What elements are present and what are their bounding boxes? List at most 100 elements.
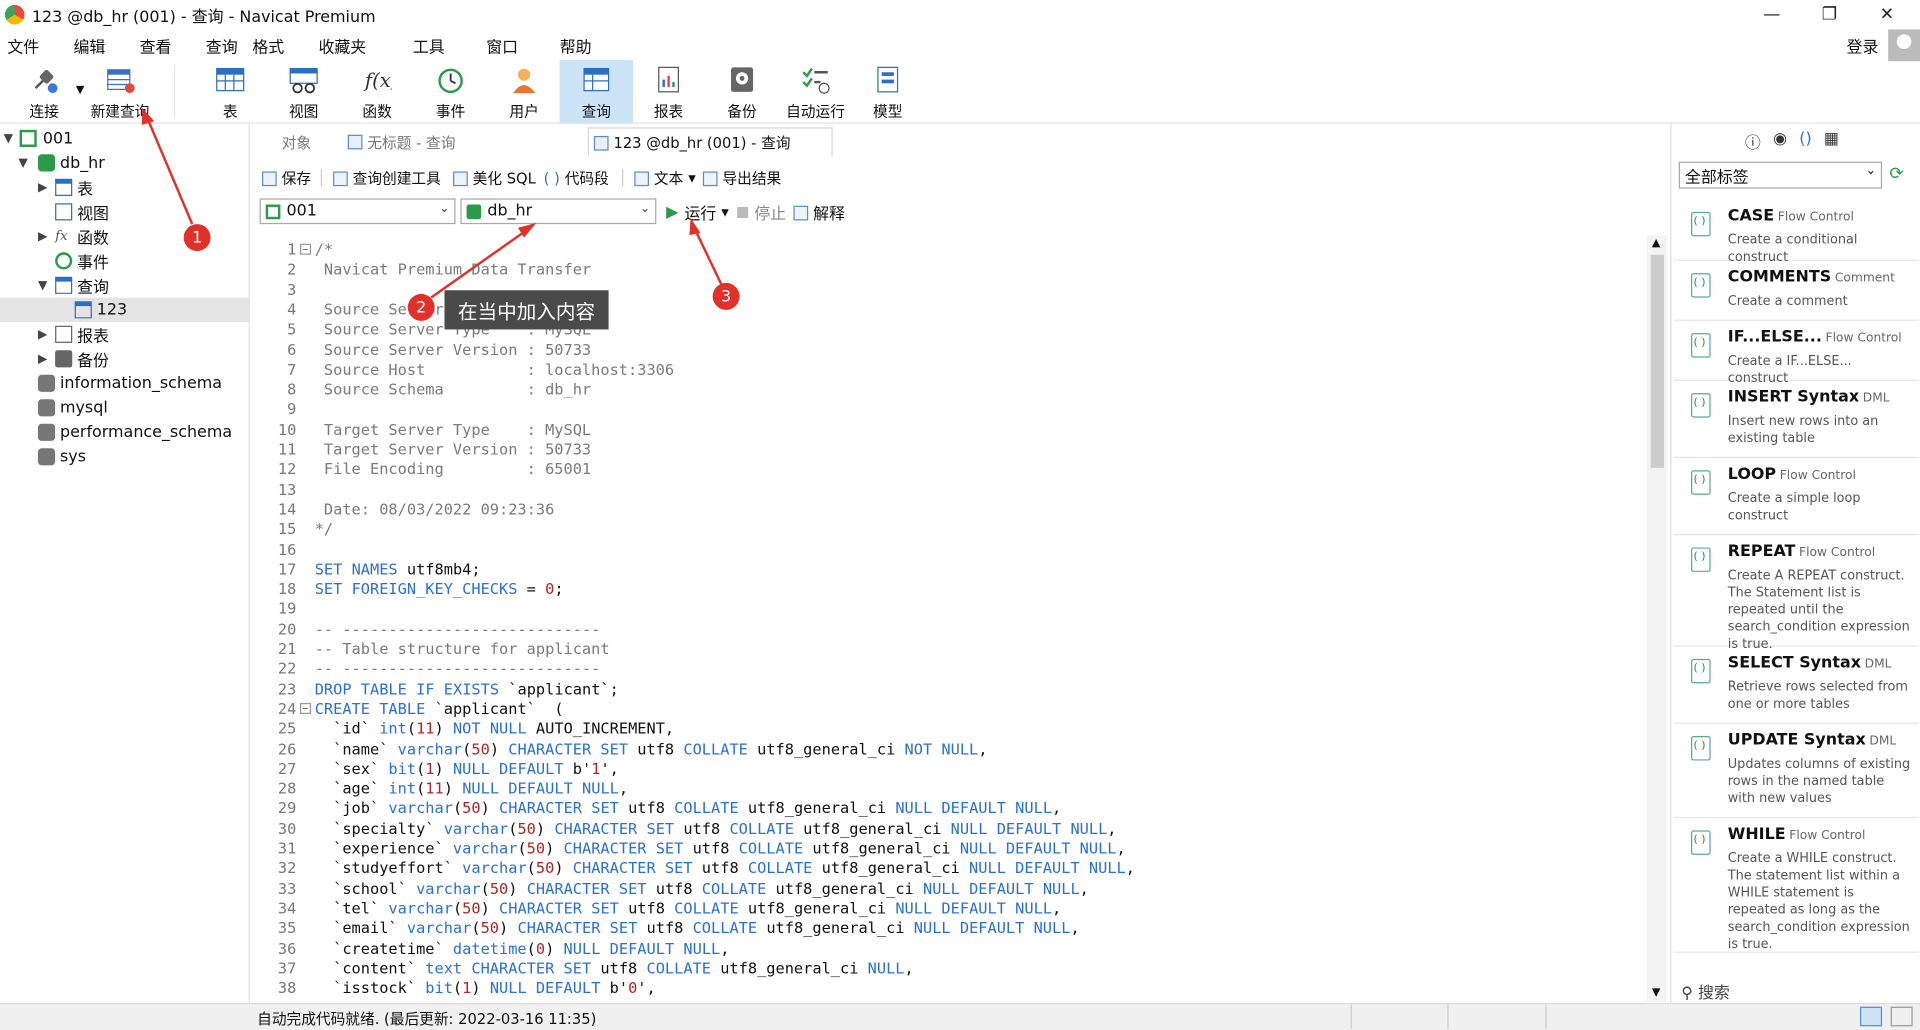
code-line: 7 Source Host : localhost:3306 [287,359,675,379]
beautify-sql-button[interactable]: 美化 SQL [453,168,536,189]
snippet-item[interactable]: UPDATE SyntaxDMLUpdates columns of exist… [1673,726,1919,819]
tab-current-query[interactable]: 123 @db_hr (001) - 查询 [587,127,833,157]
snippet-item[interactable]: COMMENTSCommentCreate a comment [1673,263,1919,321]
menu-format[interactable]: 格式 [245,34,299,57]
stop-button[interactable]: 停止 [737,201,786,224]
code-line: 11 Target Server Version : 50733 [277,439,592,459]
backup-button[interactable]: 备份 [715,60,769,124]
code-line: 34 `tel` varchar(50) CHARACTER SET utf8 … [277,898,1062,918]
scroll-down-icon[interactable]: ▼ [1652,987,1660,999]
maximize-button[interactable]: ❐ [1801,0,1857,29]
snippet-search[interactable]: ⚲ 搜索 [1681,980,1730,1003]
tree-node-functions[interactable]: ▶ fx 函数 [0,224,250,248]
menu-edit[interactable]: 编辑 [66,34,120,57]
text-mode-button[interactable]: 文本 ▼ [634,168,696,189]
snippet-item[interactable]: INSERT SyntaxDMLInsert new rows into an … [1673,383,1919,459]
automation-button[interactable]: 自动运行 [781,60,850,124]
snippet-icon [1691,211,1711,237]
snippet-item[interactable]: IF...ELSE...Flow ControlCreate a IF...EL… [1673,323,1919,386]
scroll-up-icon[interactable]: ▲ [1652,238,1660,250]
report-button[interactable]: 报表 [642,60,696,124]
menu-help[interactable]: 帮助 [552,34,606,57]
explain-button[interactable]: 解释 [793,201,845,224]
query-builder-button[interactable]: 查询创建工具 [333,168,441,189]
menu-view[interactable]: 查看 [132,34,186,57]
function-button[interactable]: f(x) 函数 [350,60,404,124]
tree-node-performance-schema[interactable]: performance_schema [0,420,250,444]
code-snippet-icon[interactable]: () [1799,130,1811,153]
snippet-item[interactable]: REPEATFlow ControlCreate A REPEAT constr… [1673,538,1919,652]
tree-node-queries[interactable]: ▼ 查询 [0,273,250,297]
query-button[interactable]: 查询 [559,60,634,124]
user-button[interactable]: 用户 [497,60,551,124]
snippet-item[interactable]: SELECT SyntaxDMLRetrieve rows selected f… [1673,649,1919,724]
query-icon [55,276,73,294]
code-line: 29 `job` varchar(50) CHARACTER SET utf8 … [277,798,1062,818]
tree-node-db-hr[interactable]: ▼ db_hr [0,151,250,175]
fold-toggle-icon[interactable]: − [300,243,312,255]
snippet-item[interactable]: CASEFlow ControlCreate a conditional con… [1673,202,1919,265]
tree-node-reports[interactable]: ▶ 报表 [0,322,250,346]
tree-node-connection[interactable]: ▼ 001 [0,126,250,150]
minimize-button[interactable]: — [1744,0,1800,29]
query-icon [582,65,611,94]
menu-file[interactable]: 文件 [0,34,54,57]
export-results-button[interactable]: 导出结果 [702,168,781,189]
snippet-tag-filter[interactable]: 全部标签 ⌄ [1678,161,1883,189]
connect-dropdown-icon[interactable]: ▼ [76,85,84,97]
title-bar: 123 @db_hr (001) - 查询 - Navicat Premium [0,0,1920,29]
login-link[interactable]: 登录 [1847,34,1879,57]
play-icon: ▶ [666,203,679,222]
tab-objects[interactable]: 对象 [282,127,343,156]
editor-scrollbar[interactable]: ▲ ▼ [1646,235,1667,1002]
menu-query[interactable]: 查询 [198,34,245,57]
tree-node-backups[interactable]: ▶ 备份 [0,347,250,371]
snippet-icon [1691,470,1711,495]
connect-button[interactable]: 连接 [17,60,71,124]
menu-window[interactable]: 窗口 [479,34,533,57]
close-button[interactable]: ✕ [1859,0,1915,29]
new-query-button[interactable]: 新建查询 [86,60,155,124]
run-button[interactable]: ▶ 运行 ▼ [666,201,729,224]
code-line: 26 `name` varchar(50) CHARACTER SET utf8… [277,739,988,758]
grid-view-toggle[interactable] [1860,1006,1883,1027]
sql-editor[interactable]: 1−/* 2 Navicat Premium Data Transfer 3 4 So… [252,235,1647,1002]
connection-select[interactable]: 001 ⌄ [259,198,456,225]
avatar[interactable] [1888,29,1920,62]
main-toolbar: 连接 ▼ 新建查询 表 视图 f(x) 函数 事件 用户 查询 [0,60,1920,124]
model-button[interactable]: 模型 [861,60,915,124]
save-button[interactable]: 保存 [262,168,311,189]
database-icon [37,448,56,466]
eye-icon[interactable]: ◉ [1773,130,1787,153]
snippet-item[interactable]: WHILEFlow ControlCreate a WHILE construc… [1673,821,1919,953]
tree-node-tables[interactable]: ▶ 表 [0,175,250,199]
tree-node-events[interactable]: 事件 [0,249,250,273]
tab-untitled-query[interactable]: 无标题 - 查询 [343,127,576,156]
tree-node-mysql[interactable]: mysql [0,396,250,420]
form-view-toggle[interactable] [1890,1006,1913,1027]
model-icon [873,65,902,94]
code-line: 10 Target Server Type : MySQL [277,419,592,439]
info-icon[interactable]: ⓘ [1745,130,1761,153]
chevron-down-icon: ⌄ [639,202,651,216]
menu-favorites[interactable]: 收藏夹 [311,34,381,57]
snippet-item[interactable]: LOOPFlow ControlCreate a simple loop con… [1673,460,1919,536]
fold-toggle-icon[interactable]: − [300,702,312,714]
database-select[interactable]: db_hr ⌄ [460,198,657,225]
beautify-icon [453,170,468,186]
menu-tools[interactable]: 工具 [405,34,459,57]
code-snippet-button[interactable]: ( ) 代码段 [544,168,609,189]
table-button[interactable]: 表 [203,60,257,124]
tree-node-sys[interactable]: sys [0,445,250,469]
scrollbar-thumb[interactable] [1650,254,1665,468]
layout-icon[interactable]: ▦ [1824,130,1839,153]
export-icon [702,170,718,186]
new-query-icon [105,65,135,94]
tree-node-query-123[interactable]: 123 [0,297,250,323]
event-button[interactable]: 事件 [424,60,478,124]
tree-node-information-schema[interactable]: information_schema [0,371,250,395]
svg-text:f(x): f(x) [363,69,392,92]
refresh-icon[interactable]: ⟳ [1889,164,1903,184]
tree-node-views[interactable]: 视图 [0,200,250,224]
view-button[interactable]: 视图 [277,60,331,124]
